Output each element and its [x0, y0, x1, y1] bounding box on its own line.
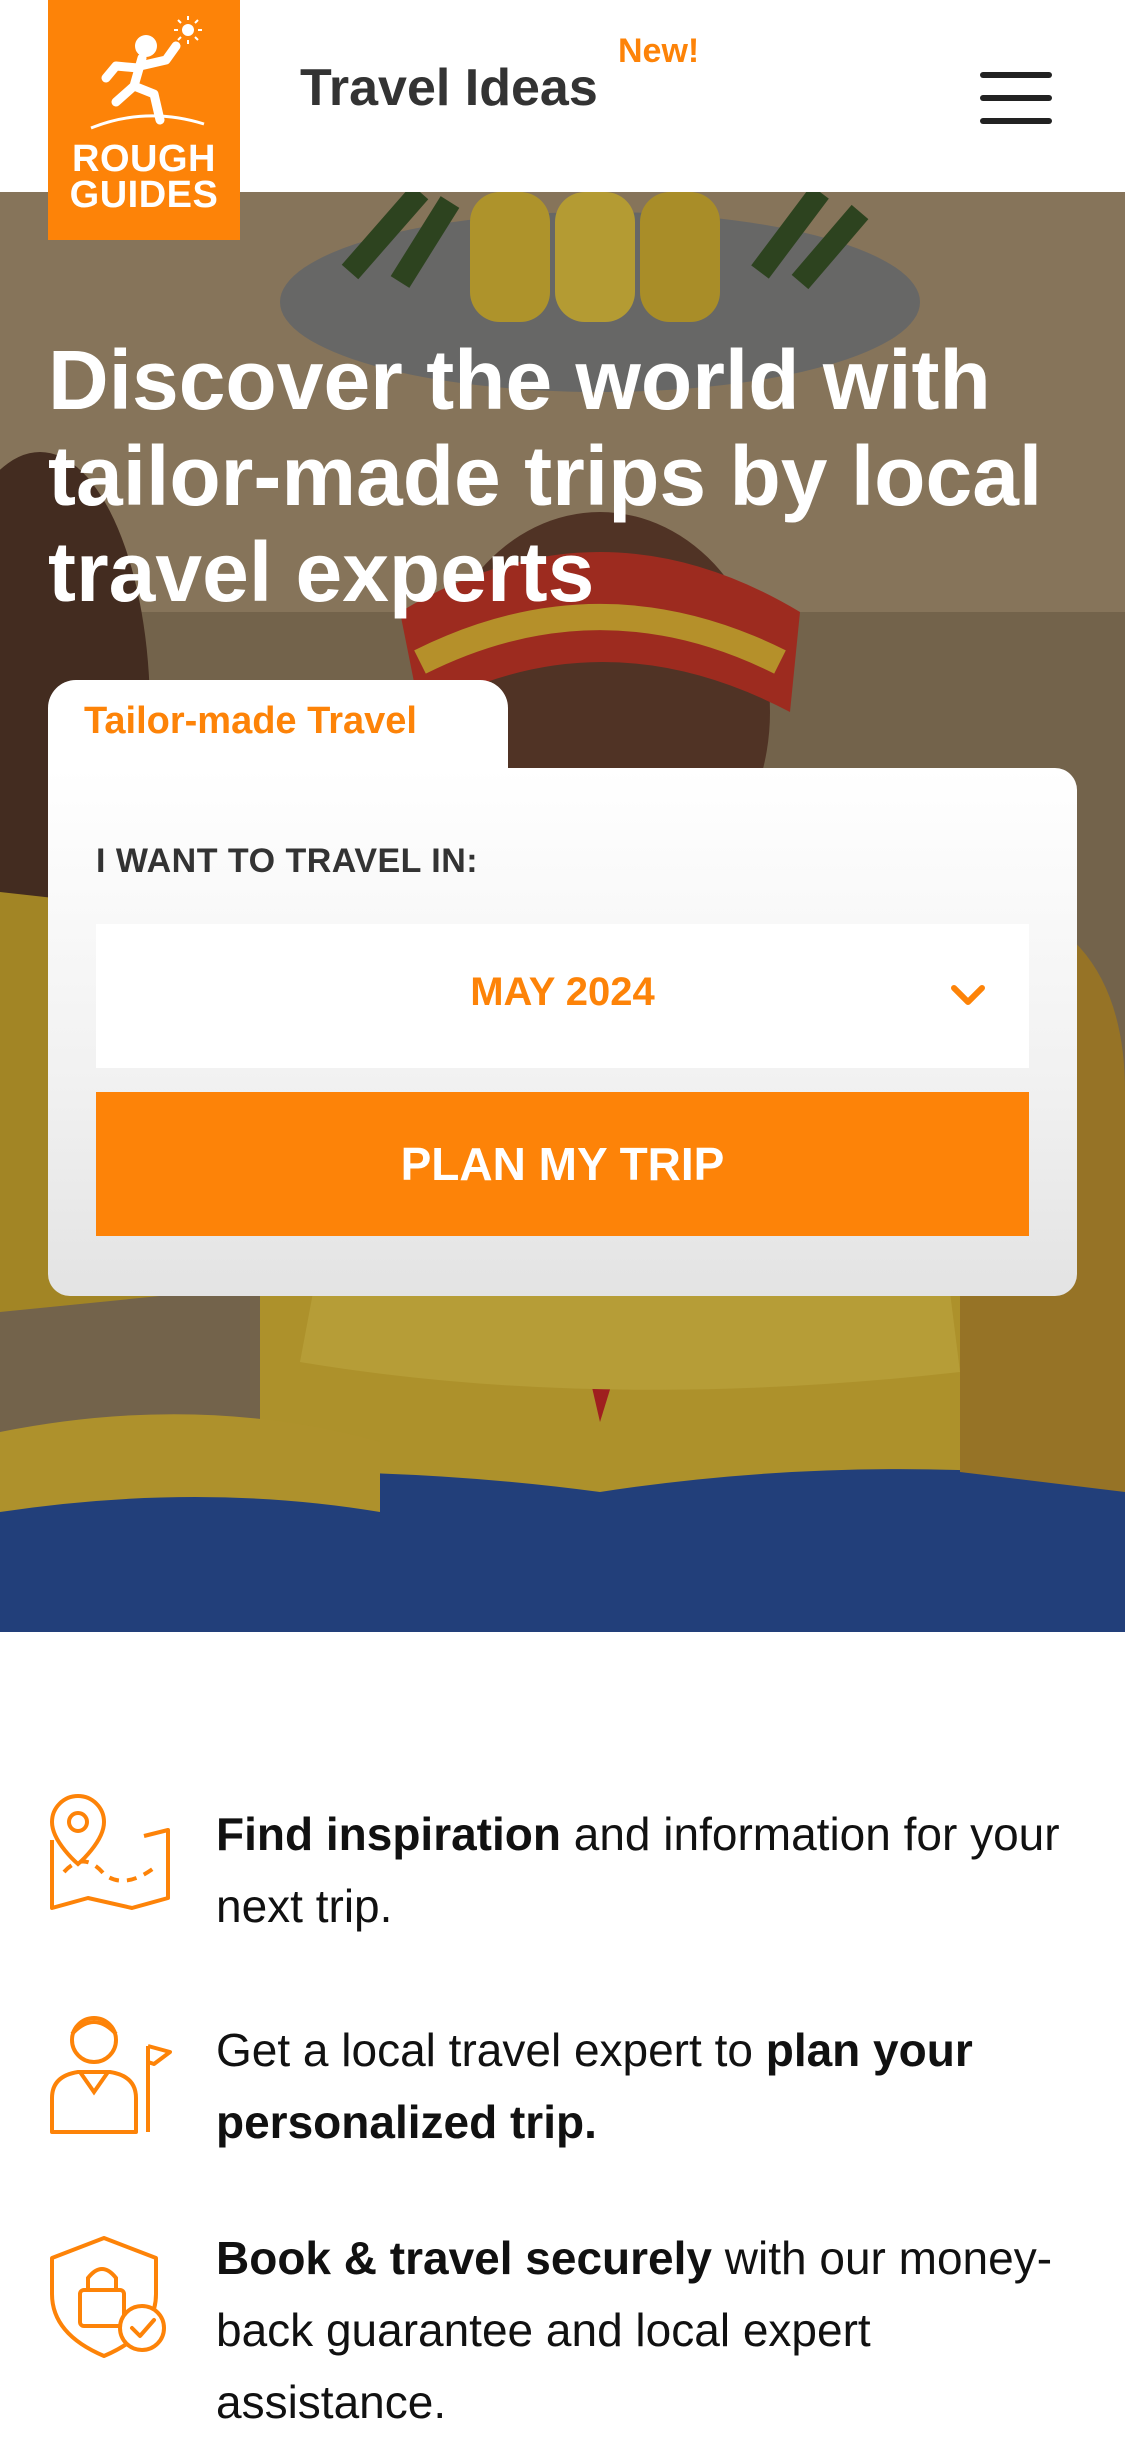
hero-headline: Discover the world with tailor-made trip… — [48, 333, 1043, 619]
trip-planner-card: I WANT TO TRAVEL IN: MAY 2024 PLAN MY TR… — [48, 768, 1077, 1296]
tab-tailor-made-travel[interactable]: Tailor-made Travel — [48, 680, 508, 776]
travel-month-select[interactable]: MAY 2024 — [96, 924, 1029, 1068]
travel-ideas-link[interactable]: Travel Ideas — [300, 58, 598, 118]
secure-shield-icon — [50, 2236, 166, 2358]
feature-bold-text: Book & travel securely — [216, 2232, 713, 2284]
feature-text: Find inspiration and information for you… — [216, 1798, 1086, 1942]
travel-month-label: I WANT TO TRAVEL IN: — [96, 842, 479, 880]
new-badge: New! — [618, 32, 700, 70]
selected-month: MAY 2024 — [470, 970, 655, 1014]
feature-text: Book & travel securely with our money-ba… — [216, 2222, 1086, 2438]
map-pin-icon — [49, 1793, 170, 1910]
logo-text-line1: ROUGH — [72, 138, 216, 180]
hero-section: Discover the world with tailor-made trip… — [0, 192, 1125, 1632]
feature-normal-text: Get a local travel expert to — [216, 2024, 766, 2076]
tab-label: Tailor-made Travel — [84, 700, 417, 742]
features-section: Find inspiration and information for you… — [0, 1632, 1125, 2436]
travel-expert-icon — [50, 2016, 172, 2134]
plan-my-trip-button[interactable]: PLAN MY TRIP — [96, 1092, 1029, 1236]
rough-guides-logo[interactable]: ROUGH GUIDES — [48, 0, 240, 240]
runner-logo-icon — [90, 16, 205, 130]
chevron-down-icon — [951, 985, 985, 1005]
hamburger-menu-icon[interactable] — [980, 72, 1052, 124]
feature-text: Get a local travel expert to plan your p… — [216, 2014, 1086, 2158]
logo-text-line2: GUIDES — [69, 174, 219, 216]
feature-bold-text: Find inspiration — [216, 1808, 561, 1860]
